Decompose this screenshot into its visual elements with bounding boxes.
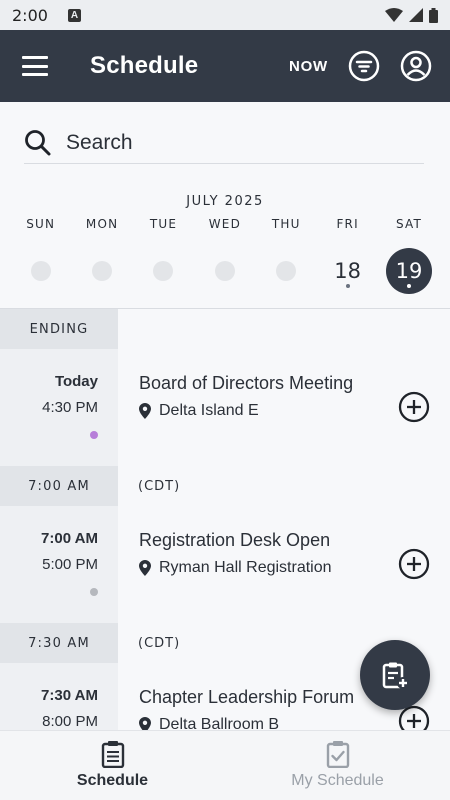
session-row[interactable]: Today 4:30 PM Board of Directors Meeting… [0, 349, 450, 466]
session-end-time: 8:00 PM [42, 713, 98, 730]
weekday-label: THU [271, 217, 301, 231]
section-time-label: ENDING [0, 309, 118, 349]
calendar-month-label: JULY 2025 [186, 194, 264, 209]
calendar-day-disabled [194, 248, 255, 294]
session-location-text: Delta Island E [159, 402, 259, 419]
search-icon [25, 129, 51, 155]
tab-label: My Schedule [291, 772, 384, 789]
section-timezone: (CDT) [138, 635, 181, 651]
section-header: 7:00 AM (CDT) [0, 466, 450, 506]
status-bar: 2:00 A [0, 0, 450, 30]
status-time: 2:00 [12, 5, 48, 25]
tab-my-schedule[interactable]: My Schedule [225, 731, 450, 800]
session-times: 7:30 AM 8:00 PM [0, 663, 118, 730]
add-to-schedule-icon[interactable] [398, 548, 430, 580]
session-location-text: Delta Ballroom B [159, 716, 280, 730]
calendar-weekdays: SUN MON TUE WED THU FRI SAT [10, 217, 440, 231]
calendar-day-disabled [10, 248, 71, 294]
checklist-clipboard-icon [326, 741, 349, 768]
bottom-navigation: Schedule My Schedule [0, 730, 450, 800]
page-title: Schedule [90, 52, 199, 79]
tab-schedule[interactable]: Schedule [0, 731, 225, 800]
events-indicator-dot [345, 284, 350, 288]
calendar-day-number[interactable]: 19 [396, 259, 423, 283]
session-row[interactable]: 7:00 AM 5:00 PM Registration Desk Open R… [0, 506, 450, 623]
weekday-label: SAT [396, 217, 423, 231]
session-start-time: 7:00 AM [41, 530, 98, 547]
now-button[interactable]: NOW [289, 58, 328, 75]
weekday-label: FRI [336, 217, 359, 231]
calendar-days: 18 19 [10, 248, 440, 294]
battery-icon [429, 7, 438, 23]
session-end-time: 4:30 PM [42, 399, 98, 416]
track-color-dot [90, 588, 98, 596]
session-times: Today 4:30 PM [0, 349, 118, 466]
notification-a-icon: A [67, 8, 81, 22]
status-icons [385, 7, 438, 23]
track-color-dot [90, 431, 98, 439]
search-input[interactable] [66, 130, 406, 155]
calendar-day-disabled [256, 248, 317, 294]
tab-label: Schedule [76, 772, 149, 789]
location-pin-icon [139, 403, 151, 419]
selected-day-circle[interactable]: 19 [386, 248, 433, 294]
calendar-day-disabled [71, 248, 132, 294]
events-indicator-dot [407, 284, 412, 288]
schedule-clipboard-icon [101, 741, 124, 768]
add-note-fab[interactable] [360, 640, 430, 710]
hamburger-menu-icon[interactable] [22, 56, 48, 76]
account-icon[interactable] [400, 50, 432, 82]
clipboard-add-icon [382, 662, 409, 689]
section-time-label: 7:30 AM [0, 623, 118, 663]
section-time-label: 7:00 AM [0, 466, 118, 506]
search-bar [24, 122, 424, 164]
calendar-day-19-selected[interactable]: 19 [378, 248, 439, 294]
session-end-time: 5:00 PM [42, 556, 98, 573]
session-times: 7:00 AM 5:00 PM [0, 506, 118, 623]
calendar-day-18[interactable]: 18 [317, 248, 378, 294]
session-start-time: 7:30 AM [41, 687, 98, 704]
location-pin-icon [139, 560, 151, 576]
weekday-label: MON [85, 217, 119, 231]
app-bar: Schedule NOW [0, 30, 450, 102]
section-header: ENDING [0, 309, 450, 349]
calendar-day-disabled [133, 248, 194, 294]
signal-icon [409, 8, 423, 22]
session-location-text: Ryman Hall Registration [159, 559, 332, 576]
filter-icon[interactable] [348, 50, 380, 82]
section-timezone: (CDT) [138, 478, 181, 494]
session-details[interactable]: Board of Directors Meeting Delta Island … [118, 349, 450, 466]
weekday-label: WED [208, 217, 242, 231]
add-to-schedule-icon[interactable] [398, 391, 430, 423]
weekday-label: TUE [149, 217, 178, 231]
session-details[interactable]: Registration Desk Open Ryman Hall Regist… [118, 506, 450, 623]
calendar-day-number[interactable]: 18 [334, 259, 361, 283]
location-pin-icon [139, 717, 151, 730]
wifi-icon [385, 8, 403, 22]
session-start-time: Today [54, 373, 98, 390]
weekday-label: SUN [26, 217, 56, 231]
